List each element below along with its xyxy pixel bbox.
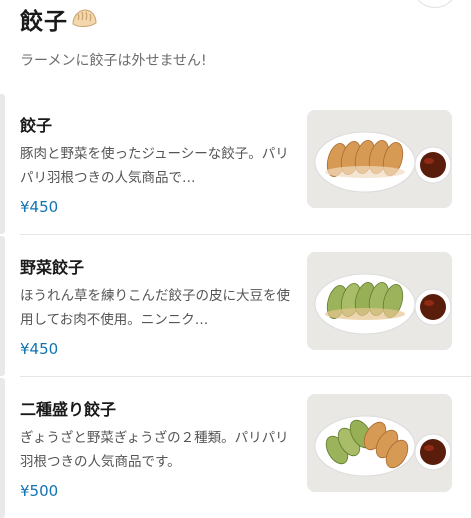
menu-item-mixed-gyoza[interactable]: 二種盛り餃子 ぎょうざと野菜ぎょうざの２種類。パリパリ羽根つきの人気商品です。 …	[0, 378, 471, 518]
item-price: ¥450	[20, 198, 59, 216]
item-description: ぎょうざと野菜ぎょうざの２種類。パリパリ羽根つきの人気商品です。	[20, 430, 289, 470]
menu-item-vegetable-gyoza[interactable]: 野菜餃子 ほうれん草を練りこんだ餃子の皮に大豆を使用してお肉不使用。ニンニク… …	[0, 236, 471, 376]
item-description: 豚肉と野菜を使ったジューシーな餃子。パリパリ羽根つきの人気商品で…	[20, 146, 289, 186]
gyoza-plate-image	[307, 110, 452, 208]
section-title: 餃子	[20, 2, 98, 36]
item-name: 二種盛り餃子	[20, 400, 117, 419]
top-right-button[interactable]	[412, 0, 458, 8]
divider	[20, 234, 471, 235]
section-description: ラーメンに餃子は外せません!	[20, 53, 207, 69]
item-name: 野菜餃子	[20, 258, 85, 277]
item-description: ほうれん草を練りこんだ餃子の皮に大豆を使用してお肉不使用。ニンニク…	[20, 288, 290, 328]
section-title-text: 餃子	[20, 9, 68, 35]
gyoza-emoji-icon	[70, 7, 98, 31]
item-price: ¥450	[20, 340, 59, 358]
item-edge-marker	[0, 94, 5, 234]
mixed-gyoza-plate-image	[307, 394, 452, 492]
item-name: 餃子	[20, 116, 53, 135]
item-edge-marker	[0, 236, 5, 376]
menu-item-gyoza[interactable]: 餃子 豚肉と野菜を使ったジューシーな餃子。パリパリ羽根つきの人気商品で… ¥45…	[0, 94, 471, 234]
item-edge-marker	[0, 378, 5, 518]
item-price: ¥500	[20, 482, 59, 500]
vegetable-gyoza-plate-image	[307, 252, 452, 350]
divider	[20, 376, 471, 377]
